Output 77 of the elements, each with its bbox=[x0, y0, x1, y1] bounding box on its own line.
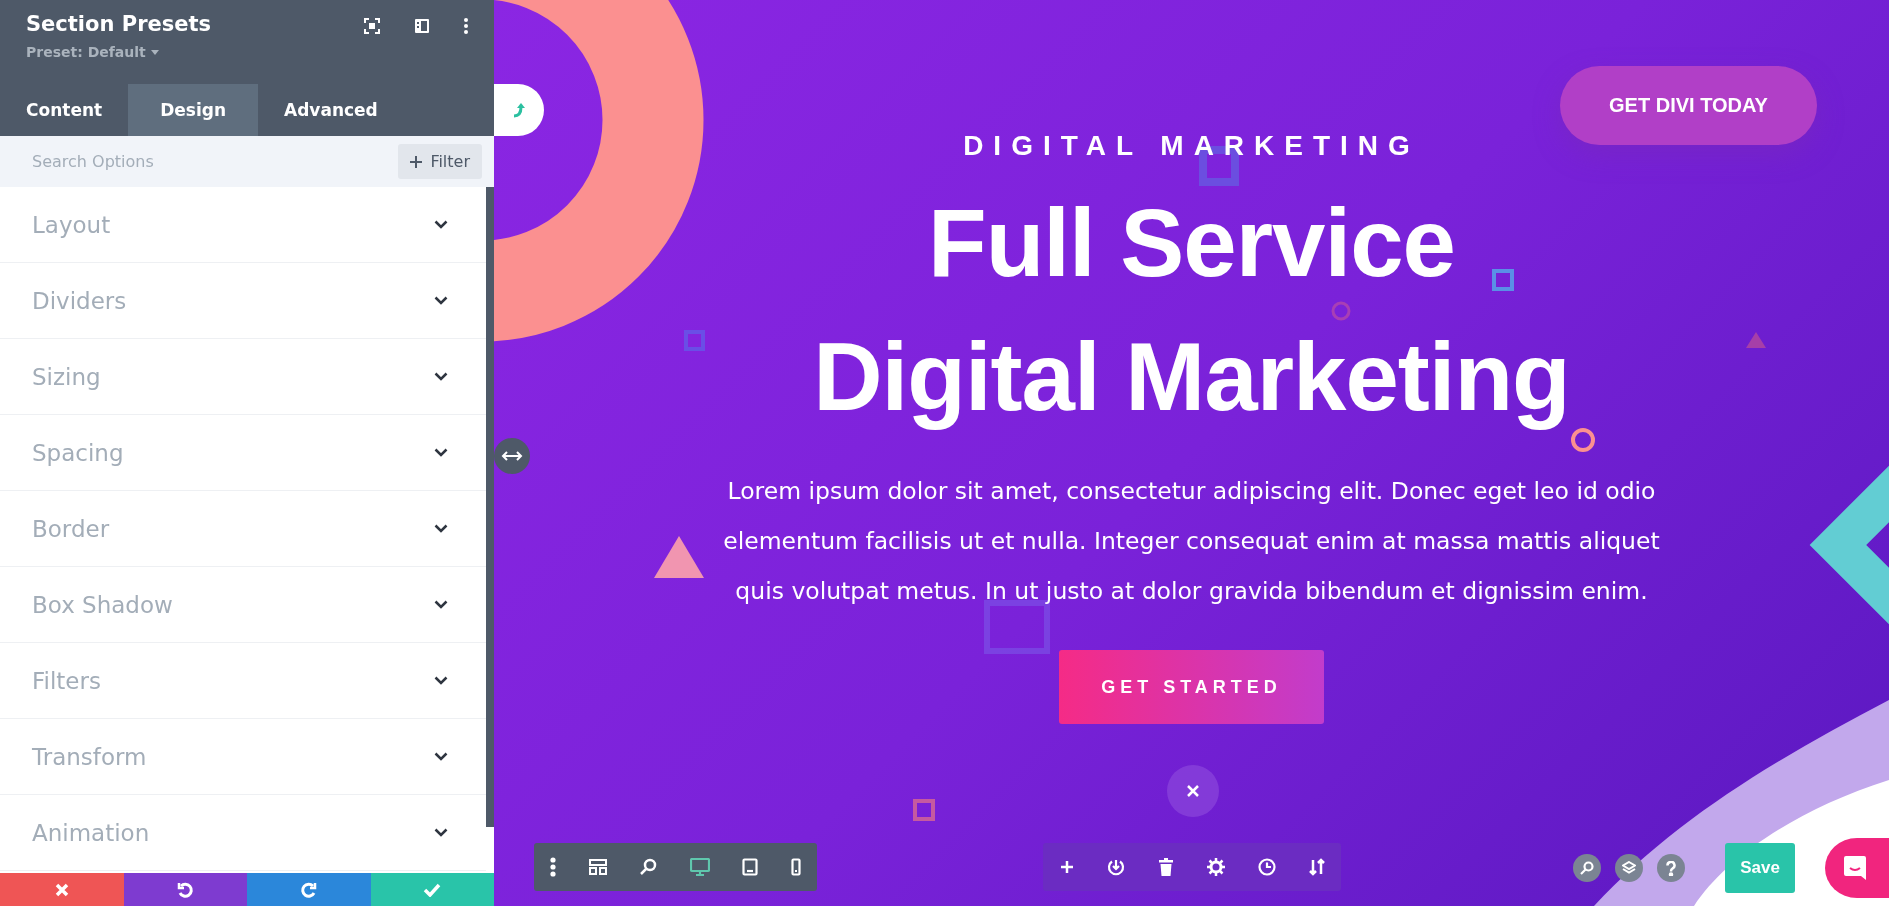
option-group-label: Transform bbox=[32, 743, 147, 770]
chat-icon bbox=[1843, 855, 1867, 881]
plus-icon[interactable] bbox=[1059, 860, 1074, 874]
checkmark-icon bbox=[423, 882, 442, 897]
square-outline-shape bbox=[913, 799, 935, 821]
preset-dropdown[interactable]: Preset: Default bbox=[26, 44, 211, 60]
zoom-icon[interactable] bbox=[639, 858, 658, 876]
sort-arrows-icon[interactable] bbox=[1308, 858, 1325, 876]
search-field[interactable]: Search Options Filter bbox=[0, 136, 494, 187]
option-group-label: Dividers bbox=[32, 287, 127, 314]
option-group-label: Animation bbox=[32, 819, 150, 846]
caret-icon bbox=[150, 49, 159, 55]
filter-button[interactable]: Filter bbox=[398, 144, 482, 179]
layers-icon bbox=[1622, 861, 1636, 875]
body-paragraph: Lorem ipsum dolor sit amet, consectetur adipiscing elit. Donec eget leo id odio elementum facilisis ut et nulla. Integer consequat enim at massa mattis aliquet quis volutpat metus. In ut justo at dolor gravida bibendum et dignissim enim. bbox=[722, 476, 1661, 607]
option-group-label: Sizing bbox=[32, 363, 101, 390]
question-mark-icon bbox=[1666, 860, 1676, 876]
chevron-icon bbox=[434, 524, 448, 533]
search-button[interactable] bbox=[1573, 854, 1601, 882]
panel-tab[interactable]: Content bbox=[0, 84, 129, 136]
chevron-icon bbox=[434, 676, 448, 685]
chevron-icon bbox=[434, 296, 448, 305]
redo-button[interactable] bbox=[247, 873, 371, 906]
close-icon bbox=[1187, 785, 1199, 797]
circle-outline-shape bbox=[1331, 301, 1351, 321]
curved-arrow-icon bbox=[512, 102, 526, 118]
eyebrow-text: DIGITAL MARKETING bbox=[963, 130, 1420, 162]
chevron-icon bbox=[434, 600, 448, 609]
save-button[interactable]: Save bbox=[1725, 843, 1795, 893]
get-started-button[interactable]: GET STARTED bbox=[1059, 650, 1324, 724]
option-group-toggle[interactable]: Animation bbox=[0, 795, 486, 871]
option-group-label: Box Shadow bbox=[32, 591, 173, 618]
chevron-icon bbox=[434, 220, 448, 229]
chevron-icon bbox=[434, 752, 448, 761]
panel-tab[interactable]: Advanced bbox=[258, 84, 404, 136]
scrollbar[interactable] bbox=[486, 187, 494, 827]
sidebar-layout-icon[interactable] bbox=[414, 18, 430, 34]
option-group-label: Layout bbox=[32, 211, 111, 238]
option-group-label: Spacing bbox=[32, 439, 124, 466]
undo-button[interactable] bbox=[123, 873, 247, 906]
triangle-shape bbox=[654, 536, 704, 578]
chat-button[interactable] bbox=[1825, 838, 1889, 898]
triangle-shape bbox=[1746, 332, 1766, 348]
panel-title: Section Presets bbox=[26, 12, 211, 36]
more-options-icon[interactable] bbox=[464, 18, 468, 34]
redo-icon bbox=[299, 880, 318, 899]
circle-outline-shape bbox=[1571, 428, 1595, 452]
cancel-button[interactable] bbox=[0, 873, 124, 906]
close-icon bbox=[54, 882, 69, 897]
close-button[interactable] bbox=[1167, 765, 1219, 817]
headline: Full Service bbox=[928, 188, 1455, 298]
option-group-label: Border bbox=[32, 515, 110, 542]
layout-icon[interactable] bbox=[588, 859, 607, 875]
download-icon[interactable] bbox=[1106, 858, 1125, 876]
undo-icon bbox=[176, 880, 195, 899]
headline: Digital Marketing bbox=[813, 322, 1570, 432]
chevron-icon bbox=[434, 448, 448, 457]
panel-tab[interactable]: Design bbox=[128, 84, 258, 136]
square-outline-shape bbox=[684, 330, 705, 351]
layers-button[interactable] bbox=[1615, 854, 1643, 882]
more-options-icon[interactable] bbox=[550, 857, 557, 877]
horizontal-arrows-icon bbox=[501, 451, 523, 461]
settings-icon[interactable] bbox=[1206, 858, 1225, 876]
chevron-icon bbox=[434, 372, 448, 381]
pill-tab[interactable] bbox=[494, 84, 544, 136]
fullscreen-icon[interactable] bbox=[364, 18, 380, 34]
clock-icon[interactable] bbox=[1257, 858, 1276, 876]
square-outline-shape bbox=[1492, 269, 1514, 291]
search-icon bbox=[1580, 861, 1594, 875]
plus-icon bbox=[410, 155, 423, 168]
get-divi-button[interactable]: GET DIVI TODAY bbox=[1560, 66, 1817, 145]
tablet-icon[interactable] bbox=[742, 858, 759, 876]
chevron-icon bbox=[434, 828, 448, 837]
option-group-label: Filters bbox=[32, 667, 101, 694]
trash-icon[interactable] bbox=[1157, 858, 1174, 876]
desktop-icon[interactable] bbox=[689, 858, 710, 876]
phone-icon[interactable] bbox=[790, 858, 801, 876]
